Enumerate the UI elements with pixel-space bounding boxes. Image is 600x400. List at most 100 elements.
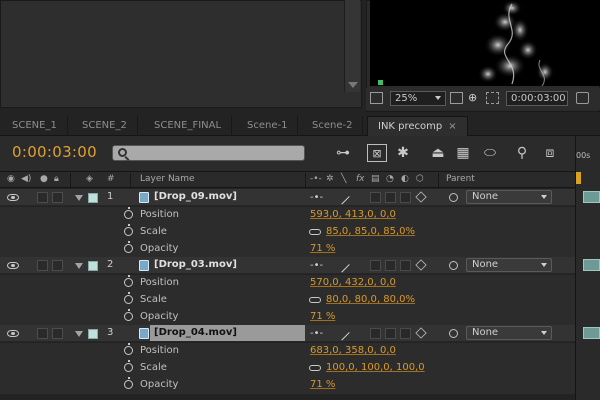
property-value[interactable]: 85,0, 85,0, 85,0% xyxy=(326,226,415,237)
lock-header-icon[interactable]: 🔒︎ xyxy=(54,174,59,184)
quality-header-icon[interactable]: ╲ xyxy=(341,174,346,184)
fx-switch[interactable] xyxy=(370,328,381,339)
property-value[interactable]: 570,0, 432,0, 0,0 xyxy=(310,277,396,288)
motion-blur-icon[interactable]: ▦ xyxy=(453,144,473,162)
parent-dropdown[interactable]: None xyxy=(466,326,552,340)
stopwatch-icon[interactable] xyxy=(124,377,133,389)
tab-scene-2[interactable]: SCENE_2 xyxy=(72,116,138,136)
lock-switch[interactable] xyxy=(52,260,63,271)
tab-scene-2-lower[interactable]: Scene-2 xyxy=(302,116,364,136)
stopwatch-icon[interactable] xyxy=(124,241,133,253)
viewer-timecode[interactable]: 0:00:03:00 xyxy=(506,91,568,106)
stopwatch-icon[interactable] xyxy=(124,224,133,236)
visibility-eye-icon[interactable] xyxy=(7,262,19,269)
parent-pickwhip-icon[interactable] xyxy=(449,261,458,270)
channel-icon[interactable]: ⊕ xyxy=(468,92,481,104)
parent-dropdown[interactable]: None xyxy=(466,258,552,272)
collapse-header-icon[interactable]: ✲ xyxy=(326,174,334,184)
property-value[interactable]: 71 % xyxy=(310,311,335,322)
brainstorm-icon[interactable]: ⬭ xyxy=(480,144,500,162)
always-preview-icon[interactable] xyxy=(370,92,383,104)
visibility-eye-icon[interactable] xyxy=(7,330,19,337)
expand-triangle-icon[interactable] xyxy=(75,263,83,269)
expand-triangle-icon[interactable] xyxy=(75,195,83,201)
label-header-icon[interactable]: ◈ xyxy=(86,174,93,184)
solo-header-icon[interactable]: ● xyxy=(40,174,48,184)
frame-blend-header-icon[interactable]: ▤ xyxy=(371,174,380,184)
stopwatch-icon[interactable] xyxy=(124,343,133,355)
expand-triangle-icon[interactable] xyxy=(75,331,83,337)
3d-layer-icon[interactable] xyxy=(415,259,427,271)
layer-name-header[interactable]: Layer Name xyxy=(140,174,195,184)
lock-switch[interactable] xyxy=(52,192,63,203)
fx-switch[interactable] xyxy=(370,260,381,271)
tab-scene-1[interactable]: SCENE_1 xyxy=(2,116,68,136)
shy-switch-header-icon[interactable]: -•- xyxy=(310,174,322,184)
layer-duration-bar[interactable] xyxy=(583,191,600,203)
label-color-swatch[interactable] xyxy=(88,261,98,271)
layer-duration-bar[interactable] xyxy=(583,259,600,271)
motion-blur-switch[interactable] xyxy=(400,192,411,203)
property-value[interactable]: 593,0, 413,0, 0,0 xyxy=(310,209,396,220)
motion-blur-switch[interactable] xyxy=(400,260,411,271)
shy-switch-icon[interactable]: -•- xyxy=(310,260,323,271)
stopwatch-icon[interactable] xyxy=(124,275,133,287)
property-value[interactable]: 683,0, 358,0, 0,0 xyxy=(310,345,396,356)
constrain-proportions-icon[interactable] xyxy=(309,297,321,303)
frame-blend-switch[interactable] xyxy=(385,260,396,271)
frame-blending-icon[interactable]: ⏏ xyxy=(428,144,448,162)
shy-switch-icon[interactable]: -•- xyxy=(310,328,323,339)
property-value[interactable]: 100,0, 100,0, 100,0 xyxy=(326,362,425,373)
playhead-marker[interactable] xyxy=(576,172,581,184)
region-of-interest-icon[interactable] xyxy=(486,92,499,104)
video-switch-header-icon[interactable]: ◉ xyxy=(7,174,15,184)
composition-canvas[interactable] xyxy=(370,0,600,86)
motion-blur-switch[interactable] xyxy=(400,328,411,339)
audio-header-icon[interactable]: ◀) xyxy=(21,174,31,184)
position-value[interactable]: 593,0, 413,0, 0,0 xyxy=(310,209,396,220)
stopwatch-icon[interactable] xyxy=(124,292,133,304)
label-color-swatch[interactable] xyxy=(88,193,98,203)
opacity-value[interactable]: 71 % xyxy=(310,243,335,254)
property-value[interactable]: 71 % xyxy=(310,379,335,390)
layer-search-input[interactable] xyxy=(112,145,305,161)
draft-3d-icon[interactable]: ⊠ xyxy=(367,144,387,162)
auto-keyframe-icon[interactable]: ⧈ xyxy=(540,144,560,162)
snapshot-camera-icon[interactable] xyxy=(576,92,589,104)
lock-switch[interactable] xyxy=(52,328,63,339)
graph-editor-icon[interactable]: ⚲ xyxy=(512,144,532,162)
tab-scene-final[interactable]: SCENE_FINAL xyxy=(144,116,233,136)
solo-switch[interactable] xyxy=(37,260,48,271)
property-value[interactable]: 71 % xyxy=(310,243,335,254)
layer-row[interactable]: 3 [Drop_04.mov] -•- None xyxy=(0,325,575,348)
layer-row[interactable]: 2 [Drop_03.mov] -•- None xyxy=(0,257,575,280)
scale-value[interactable]: 85,0, 85,0, 85,0% xyxy=(326,226,415,237)
magnification-dropdown[interactable]: 25% xyxy=(390,91,446,106)
tab-ink-precomp[interactable]: INK precomp × xyxy=(367,116,468,136)
3d-layer-icon[interactable] xyxy=(415,191,427,203)
opacity-value[interactable]: 71 % xyxy=(310,379,335,390)
position-value[interactable]: 683,0, 358,0, 0,0 xyxy=(310,345,396,356)
project-scrollbar[interactable] xyxy=(344,0,360,92)
fx-switch[interactable] xyxy=(370,192,381,203)
layer-duration-bar[interactable] xyxy=(583,327,600,339)
scroll-down-arrow-icon[interactable] xyxy=(348,82,358,88)
constrain-proportions-icon[interactable] xyxy=(309,365,321,371)
stopwatch-icon[interactable] xyxy=(124,360,133,372)
solo-switch[interactable] xyxy=(37,192,48,203)
visibility-eye-icon[interactable] xyxy=(7,194,19,201)
composition-mini-flowchart-icon[interactable]: ⊶ xyxy=(330,144,356,162)
frame-blend-switch[interactable] xyxy=(385,328,396,339)
shy-switch-icon[interactable]: -•- xyxy=(310,192,323,203)
current-time-display[interactable]: 0:00:03:00 xyxy=(12,143,97,161)
parent-dropdown[interactable]: None xyxy=(466,190,552,204)
close-tab-icon[interactable]: × xyxy=(448,121,456,132)
scale-value[interactable]: 100,0, 100,0, 100,0 xyxy=(326,362,425,373)
opacity-value[interactable]: 71 % xyxy=(310,311,335,322)
layer-name[interactable]: [Drop_03.mov] xyxy=(154,259,237,270)
3d-layer-icon[interactable] xyxy=(415,327,427,339)
adjustment-header-icon[interactable]: ◐ xyxy=(401,174,409,184)
label-color-swatch[interactable] xyxy=(88,329,98,339)
scale-value[interactable]: 80,0, 80,0, 80,0% xyxy=(326,294,415,305)
position-value[interactable]: 570,0, 432,0, 0,0 xyxy=(310,277,396,288)
